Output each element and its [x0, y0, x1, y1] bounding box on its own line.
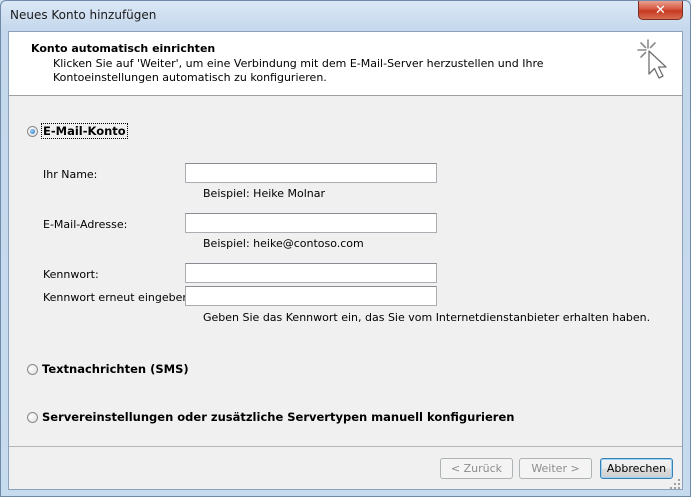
radio-email-account[interactable]: E-Mail-Konto	[27, 123, 128, 139]
title-bar[interactable]: Neues Konto hinzufügen ✕	[1, 1, 690, 31]
email-label: E-Mail-Adresse:	[43, 218, 128, 231]
cancel-button[interactable]: Abbrechen	[600, 458, 673, 479]
header-title: Konto automatisch einrichten	[31, 42, 216, 55]
radio-email-label: E-Mail-Konto	[41, 123, 128, 139]
name-label: Ihr Name:	[43, 168, 98, 181]
footer-divider	[9, 446, 682, 447]
name-hint: Beispiel: Heike Molnar	[203, 187, 326, 200]
email-hint: Beispiel: heike@contoso.com	[203, 237, 364, 250]
radio-sms-label: Textnachrichten (SMS)	[42, 362, 189, 376]
radio-manual-indicator[interactable]	[27, 411, 38, 423]
window-title: Neues Konto hinzufügen	[10, 8, 157, 22]
radio-sms-indicator[interactable]	[27, 363, 38, 375]
password-input[interactable]	[185, 263, 437, 283]
next-button[interactable]: Weiter >	[519, 458, 592, 479]
dialog-content: Konto automatisch einrichten Klicken Sie…	[8, 31, 683, 490]
radio-email-indicator[interactable]	[27, 125, 38, 137]
password-confirm-input[interactable]	[185, 286, 437, 306]
close-icon: ✕	[655, 2, 666, 18]
name-input[interactable]	[185, 163, 437, 183]
password-label: Kennwort:	[43, 268, 99, 281]
radio-sms[interactable]: Textnachrichten (SMS)	[27, 362, 189, 376]
header-description: Klicken Sie auf 'Weiter', um eine Verbin…	[53, 57, 544, 84]
password-hint: Geben Sie das Kennwort ein, das Sie vom …	[203, 311, 651, 324]
close-button[interactable]: ✕	[638, 1, 683, 20]
password-confirm-label: Kennwort erneut eingeben:	[43, 291, 194, 304]
radio-manual-config[interactable]: Servereinstellungen oder zusätzliche Ser…	[27, 410, 514, 424]
resize-grip-icon[interactable]	[669, 478, 681, 490]
dialog-window: Neues Konto hinzufügen ✕ Konto automatis…	[0, 0, 691, 497]
sparkle-cursor-icon	[637, 39, 667, 79]
radio-manual-label: Servereinstellungen oder zusätzliche Ser…	[42, 410, 515, 424]
email-input[interactable]	[185, 213, 437, 233]
back-button[interactable]: < Zurück	[440, 458, 513, 479]
wizard-header: Konto automatisch einrichten Klicken Sie…	[9, 32, 682, 96]
